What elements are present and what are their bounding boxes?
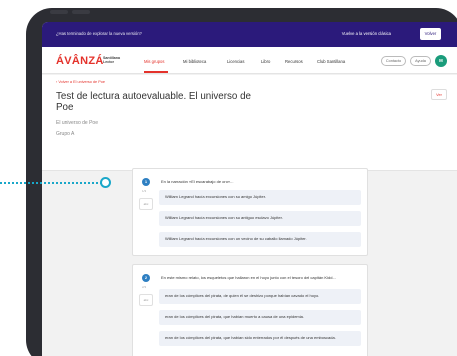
nav-item-my-groups[interactable]: Mis grupos bbox=[144, 59, 164, 64]
answer-option-text: William Legrand hacía excursiones con un… bbox=[165, 236, 307, 242]
question-meta: 1/3 bbox=[142, 189, 147, 193]
answer-option-text: eran de los cómplices del pirata, que ha… bbox=[165, 335, 336, 341]
nav-item-club[interactable]: Club Santillana bbox=[317, 59, 345, 64]
question-side-button[interactable]: abc bbox=[139, 198, 153, 210]
page-header: ‹ Volver a El universo de Poe Test de le… bbox=[42, 75, 457, 171]
nav-item-my-library[interactable]: Mi biblioteca bbox=[183, 59, 206, 64]
nav-item-licenses[interactable]: Licencias bbox=[227, 59, 244, 64]
answer-option[interactable]: eran de los cómplices del pirata, que ha… bbox=[159, 331, 361, 346]
question-number: 2 bbox=[142, 274, 150, 282]
view-button[interactable]: Ver bbox=[431, 89, 447, 100]
contact-button[interactable]: Contacto bbox=[381, 56, 406, 66]
tablet-volume-button bbox=[50, 10, 68, 14]
book-title: El universo de Poe bbox=[56, 120, 98, 126]
callout-dotted-line bbox=[0, 182, 102, 184]
question-card: 2 2/3 abc En este mismo relato, los esqu… bbox=[132, 264, 368, 356]
question-meta: 2/3 bbox=[142, 285, 147, 289]
new-version-banner: ¿Has terminado de explorar la nueva vers… bbox=[42, 22, 457, 47]
answer-option[interactable]: William Legrand hacía excursiones con un… bbox=[159, 232, 361, 247]
answer-option[interactable]: William Legrand hacía excursiones con su… bbox=[159, 190, 361, 205]
question-side-button[interactable]: abc bbox=[139, 294, 153, 306]
back-to-classic-button[interactable]: Volver bbox=[420, 28, 441, 40]
question-text: En este mismo relato, los esqueletos que… bbox=[161, 275, 336, 280]
question-number: 1 bbox=[142, 178, 150, 186]
group-label: Grupo A bbox=[56, 131, 75, 137]
nav-item-resources[interactable]: Recursos bbox=[285, 59, 303, 64]
logo-subtitle-line2: Lector bbox=[103, 60, 114, 64]
top-navigation: ÁVÂNZÁ Santillana Lector Mis grupos Mi bi… bbox=[42, 47, 457, 74]
answer-option-text: William Legrand hacía excursiones con su… bbox=[165, 215, 283, 221]
answer-option-text: eran de los cómplices del pirata, de qui… bbox=[165, 293, 320, 299]
answer-option[interactable]: William Legrand hacía excursiones con su… bbox=[159, 211, 361, 226]
nav-item-book[interactable]: Libro bbox=[261, 59, 270, 64]
answer-option[interactable]: eran de los cómplices del pirata, que ha… bbox=[159, 310, 361, 325]
answer-option-text: William Legrand hacía excursiones con su… bbox=[165, 194, 266, 200]
question-card: 1 1/3 abc En la narración «El escarabajo… bbox=[132, 168, 368, 256]
back-link[interactable]: ‹ Volver a El universo de Poe bbox=[56, 80, 105, 84]
callout-marker bbox=[100, 177, 111, 188]
active-tab-underline bbox=[144, 71, 168, 73]
tablet-screen: ¿Has terminado de explorar la nueva vers… bbox=[42, 22, 457, 356]
question-text: En la narración «El escarabajo de oro»..… bbox=[161, 179, 234, 184]
banner-classic-version-text: Vuelve a la versión clásica bbox=[341, 31, 391, 36]
banner-text: ¿Has terminado de explorar la nueva vers… bbox=[56, 31, 142, 36]
logo-subtitle: Santillana Lector bbox=[103, 56, 120, 64]
answer-option-text: eran de los cómplices del pirata, que ha… bbox=[165, 314, 304, 320]
help-button[interactable]: Ayuda bbox=[410, 56, 431, 66]
user-avatar[interactable]: M bbox=[435, 55, 447, 67]
avanza-logo[interactable]: ÁVÂNZÁ bbox=[56, 55, 104, 67]
page-title: Test de lectura autoevaluable. El univer… bbox=[56, 91, 251, 113]
tablet-volume-button bbox=[72, 10, 90, 14]
answer-option[interactable]: eran de los cómplices del pirata, de qui… bbox=[159, 289, 361, 304]
